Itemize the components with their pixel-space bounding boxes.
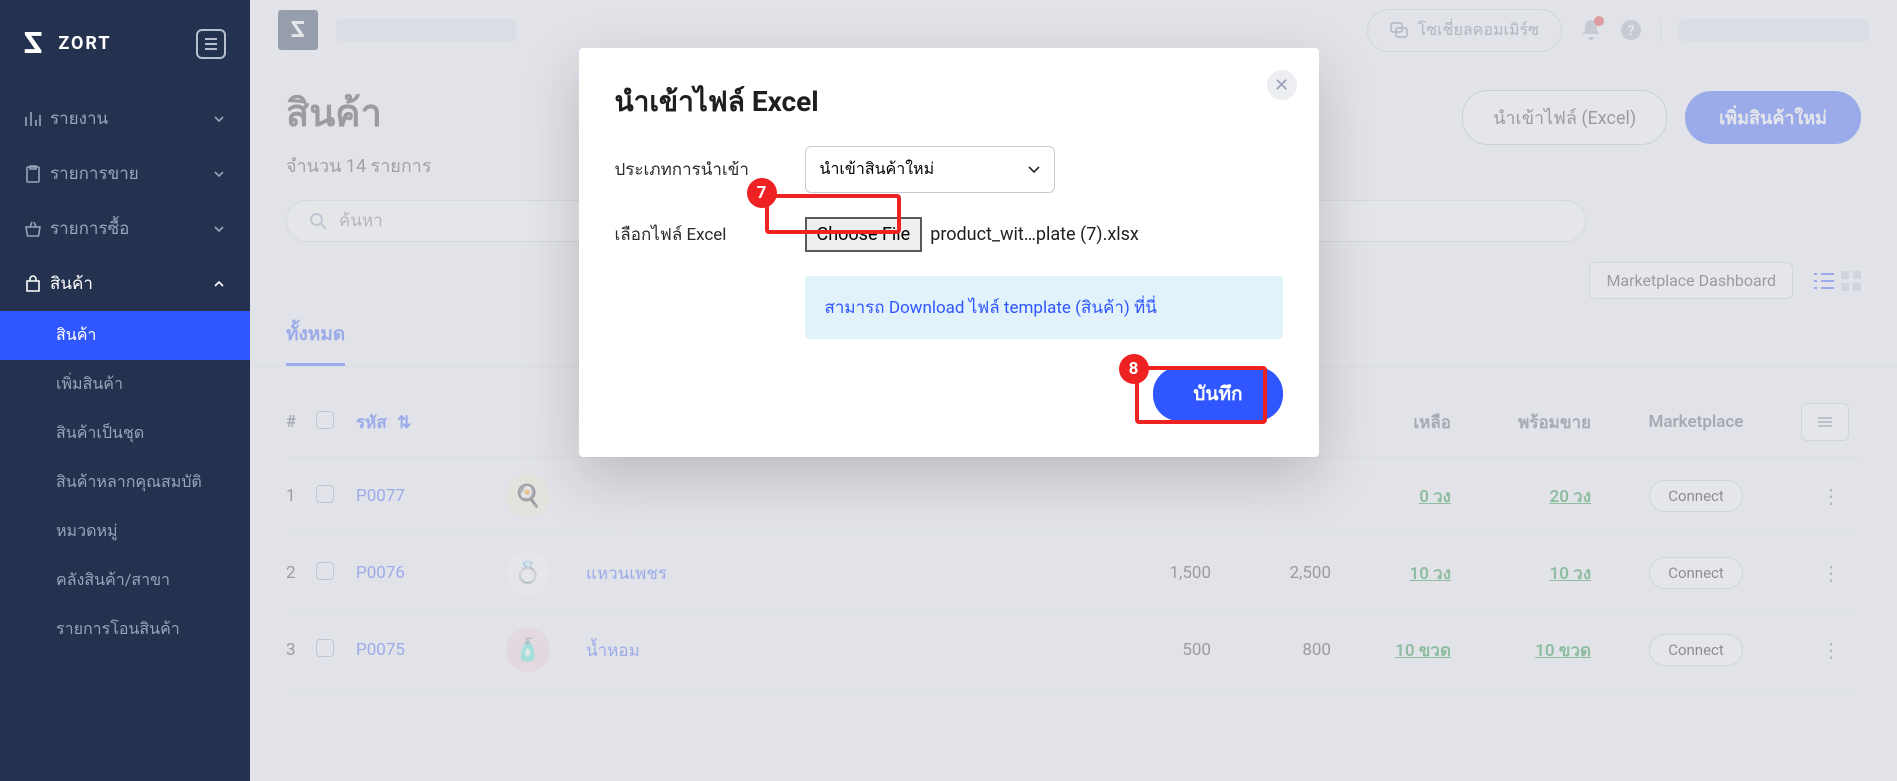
brand-name: ZORT — [58, 33, 111, 54]
brand-logo-icon: Z — [24, 26, 42, 61]
chevron-down-icon — [1028, 166, 1040, 174]
sidebar-item-label: รายการขาย — [50, 160, 214, 187]
file-label: เลือกไฟล์ Excel — [615, 221, 805, 248]
import-type-select[interactable]: นำเข้าสินค้าใหม่ — [805, 146, 1055, 193]
sidebar-item-label: รายงาน — [50, 105, 214, 132]
sidebar-sub-variants[interactable]: สินค้าหลากคุณสมบัติ — [0, 458, 250, 507]
save-button[interactable]: บันทึก — [1153, 367, 1282, 421]
sidebar-sub-bundle[interactable]: สินค้าเป็นชุด — [0, 409, 250, 458]
sidebar-item-products[interactable]: สินค้า — [0, 256, 250, 311]
sidebar-item-reports[interactable]: รายงาน — [0, 91, 250, 146]
sidebar-item-purchases[interactable]: รายการซื้อ — [0, 201, 250, 256]
annotation-badge-7: 7 — [747, 178, 777, 208]
brand-area: Z ZORT — [0, 0, 250, 91]
sidebar-item-sales[interactable]: รายการขาย — [0, 146, 250, 201]
sidebar-sub-categories[interactable]: หมวดหมู่ — [0, 507, 250, 556]
chevron-up-icon — [214, 281, 226, 287]
choose-file-button[interactable]: Choose File — [805, 217, 923, 252]
sidebar-sub-products[interactable]: สินค้า — [0, 311, 250, 360]
import-type-label: ประเภทการนำเข้า — [615, 156, 805, 183]
import-excel-modal: ✕ นำเข้าไฟล์ Excel ประเภทการนำเข้า นำเข้… — [579, 48, 1319, 457]
close-icon[interactable]: ✕ — [1267, 70, 1297, 100]
import-type-value: นำเข้าสินค้าใหม่ — [820, 157, 935, 182]
modal-title: นำเข้าไฟล์ Excel — [615, 80, 1283, 124]
sidebar-sub-warehouses[interactable]: คลังสินค้า/สาขา — [0, 556, 250, 605]
clipboard-icon — [24, 165, 50, 183]
chevron-down-icon — [214, 226, 226, 232]
chevron-down-icon — [214, 171, 226, 177]
sidebar-sub-add-product[interactable]: เพิ่มสินค้า — [0, 360, 250, 409]
sidebar-item-label: รายการซื้อ — [50, 215, 214, 242]
chevron-down-icon — [214, 116, 226, 122]
basket-icon — [24, 220, 50, 238]
chart-icon — [24, 110, 50, 128]
selected-file-name: product_wit…plate (7).xlsx — [930, 224, 1139, 245]
sidebar-sub-transfers[interactable]: รายการโอนสินค้า — [0, 605, 250, 654]
sidebar: Z ZORT รายงาน รายการขาย รายการซื้อ สินค้… — [0, 0, 250, 781]
annotation-badge-8: 8 — [1119, 354, 1149, 384]
template-download-link[interactable]: สามารถ Download ไฟล์ template (สินค้า) ท… — [805, 276, 1283, 339]
sidebar-item-label: สินค้า — [50, 270, 214, 297]
bag-icon — [24, 275, 50, 293]
sidebar-collapse-button[interactable] — [196, 29, 226, 59]
